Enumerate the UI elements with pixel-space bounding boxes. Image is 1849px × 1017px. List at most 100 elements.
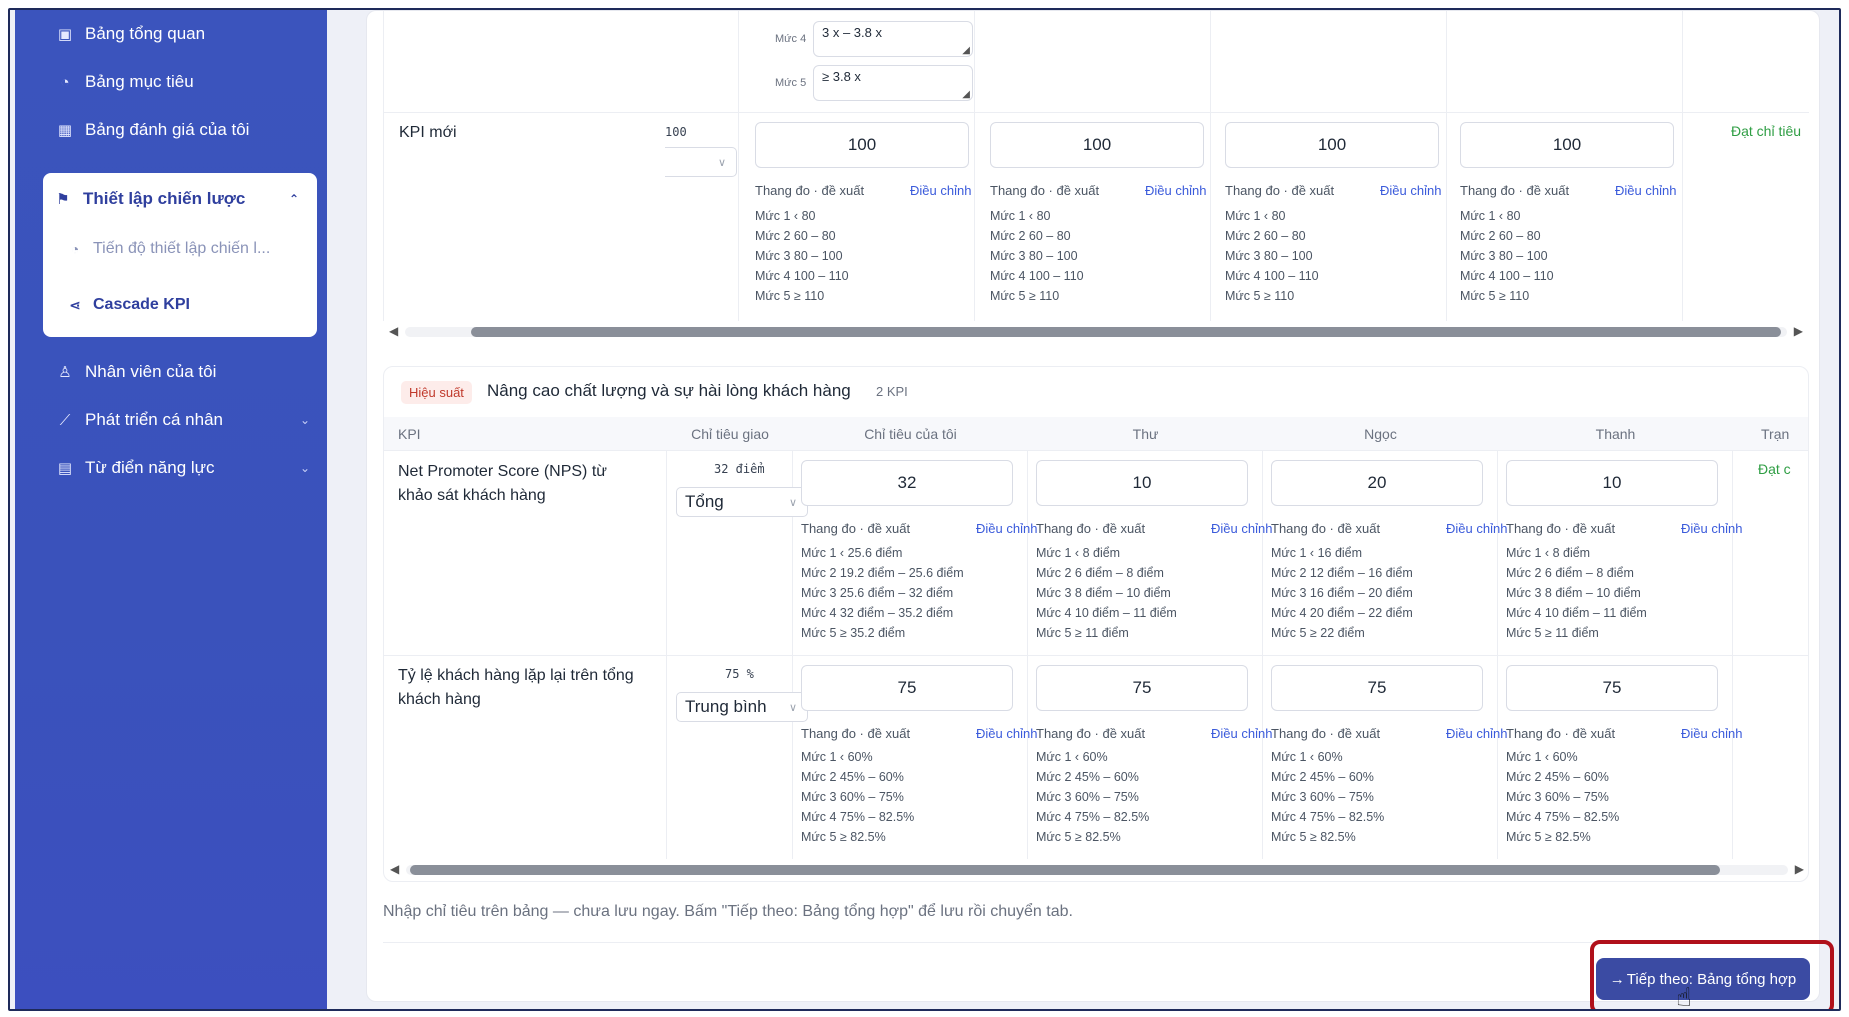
scale-label: Thang đo · đề xuất [1271,726,1381,741]
sidebar-item-label: Nhân viên của tôi [85,362,217,381]
scale-level: Mức 2 45% – 60% [1036,770,1139,784]
horizontal-scrollbar[interactable]: ◀ ▶ [383,322,1809,340]
adjust-link[interactable]: Điều chỉnh [910,183,971,198]
sidebar-item-my-staff[interactable]: ♙ Nhân viên của tôi [45,350,320,394]
scale-level: Mức 3 60% – 75% [1506,790,1609,804]
scale-level: Mức 2 45% – 60% [801,770,904,784]
column-header: Trạn [1733,417,1808,451]
aggregation-select[interactable]: Tổng ∨ [676,487,808,517]
app-window: ▣ Bảng tổng quan ◔ Bảng mục tiêu ▦ Bảng … [8,8,1841,1011]
assigned-target: 100 [665,125,687,139]
arrow-right-icon[interactable]: ▶ [1795,862,1804,876]
target-input[interactable]: 100 [990,122,1204,168]
sidebar-item-my-reviews[interactable]: ▦ Bảng đánh giá của tôi [45,108,320,152]
scale-list: Mức 1 ‹ 25.6 điểm Mức 2 19.2 điểm – 25.6… [801,543,964,643]
adjust-link[interactable]: Điều chỉnh [1211,521,1272,536]
scale-level: Mức 2 6 điểm – 8 điểm [1036,566,1164,580]
row-divider [383,112,1809,113]
scale-level: Mức 2 60 – 80 [990,229,1071,243]
status-text: Đạt c [1758,461,1791,477]
sidebar-item-strategy-progress[interactable]: ◔ Tiến độ thiết lập chiến l... [65,229,271,269]
scale-level: Mức 4 75% – 82.5% [1506,810,1620,824]
chevron-up-icon: ⌃ [288,192,299,206]
scrollbar-thumb[interactable] [471,327,1781,337]
scale-label: Thang đo · đề xuất [1036,726,1146,741]
scale-level: Mức 1 ‹ 60% [1506,750,1578,764]
sidebar: ▣ Bảng tổng quan ◔ Bảng mục tiêu ▦ Bảng … [15,10,327,1009]
scale-level: Mức 3 60% – 75% [801,790,904,804]
target-input[interactable]: 10 [1506,460,1718,506]
horizontal-scrollbar[interactable]: ◀ ▶ [384,860,1808,878]
aggregation-select[interactable]: Trung bình ∨ [676,692,808,722]
scale-level: Mức 2 60 – 80 [755,229,836,243]
sidebar-item-competency[interactable]: ▤ Từ điển năng lực ⌄ [45,446,320,490]
target-input[interactable]: 100 [755,122,969,168]
sidebar-item-personal-dev[interactable]: ⟋ Phát triển cá nhân ⌄ [45,398,320,442]
trend-icon: ⟋ [59,411,71,429]
adjust-link[interactable]: Điều chỉnh [1145,183,1206,198]
target-input[interactable]: 20 [1271,460,1483,506]
user-icon: ♙ [58,364,72,381]
sidebar-item-overview[interactable]: ▣ Bảng tổng quan [45,12,320,56]
scale-level: Mức 4 75% – 82.5% [801,810,915,824]
chevron-down-icon: ∨ [788,701,797,714]
scale-label: Thang đo · đề xuất [1271,521,1381,536]
scale-list: Mức 1 ‹ 16 điểm Mức 2 12 điểm – 16 điểm … [1271,543,1413,643]
level-5-input[interactable]: ≥ 3.8 x ◢ [813,65,973,101]
target-input[interactable]: 10 [1036,460,1248,506]
scale-level: Mức 3 25.6 điểm – 32 điểm [801,586,954,600]
resize-grip-icon: ◢ [962,45,970,56]
target-input[interactable]: 75 [1036,665,1248,711]
scale-list: Mức 1 ‹ 60% Mức 2 45% – 60% Mức 3 60% – … [1506,747,1619,847]
kpi-group: Hiệu suất Nâng cao chất lượng và sự hài … [383,366,1809,882]
adjust-link[interactable]: Điều chỉnh [1681,726,1742,741]
scale-level: Mức 2 19.2 điểm – 25.6 điểm [801,566,964,580]
scale-level: Mức 3 80 – 100 [1225,249,1313,263]
adjust-link[interactable]: Điều chỉnh [1380,183,1441,198]
aggregation-select[interactable]: ∨ [665,147,737,177]
target-input[interactable]: 75 [1506,665,1718,711]
sidebar-item-goals[interactable]: ◔ Bảng mục tiêu [45,60,320,104]
adjust-link[interactable]: Điều chỉnh [1446,521,1507,536]
adjust-link[interactable]: Điều chỉnh [976,521,1037,536]
target-input[interactable]: 75 [801,665,1013,711]
scale-level: Mức 1 ‹ 80 [1460,209,1521,223]
scrollbar-thumb[interactable] [410,865,1720,875]
level-value: 3 x – 3.8 x [822,25,882,40]
flag-icon: ⚑ [56,191,70,208]
scale-level: Mức 5 ≥ 11 điểm [1036,626,1129,640]
sidebar-item-cascade-kpi[interactable]: ⋖ Cascade KPI [65,285,190,325]
target-input[interactable]: 32 [801,460,1013,506]
arrow-right-icon[interactable]: ▶ [1794,324,1803,338]
scale-level: Mức 5 ≥ 35.2 điểm [801,626,906,640]
arrow-left-icon[interactable]: ◀ [390,862,399,876]
column-header: KPI [384,417,667,451]
sidebar-group-strategy: ⚑ Thiết lập chiến lược ⌃ ◔ Tiến độ thiết… [43,173,317,337]
target-input[interactable]: 100 [1225,122,1439,168]
column-header: Thư [1028,417,1263,451]
sidebar-item-strategy[interactable]: ⚑ Thiết lập chiến lược ⌃ [43,179,317,219]
chevron-down-icon: ⌄ [299,413,310,427]
scale-level: Mức 1 ‹ 8 điểm [1506,546,1591,560]
adjust-link[interactable]: Điều chỉnh [1446,726,1507,741]
highlight-box [1590,940,1834,1009]
scale-list: Mức 1 ‹ 80 Mức 2 60 – 80 Mức 3 80 – 100 … [990,206,1084,306]
scale-level: Mức 5 ≥ 110 [755,289,825,303]
level-4-input[interactable]: 3 x – 3.8 x ◢ [813,21,973,57]
adjust-link[interactable]: Điều chỉnh [1615,183,1676,198]
sidebar-item-label: Bảng đánh giá của tôi [85,120,250,139]
adjust-link[interactable]: Điều chỉnh [1211,726,1272,741]
share-icon: ⋖ [69,296,81,313]
status-text: Đạt chỉ tiêu [1731,123,1802,139]
scale-list: Mức 1 ‹ 80 Mức 2 60 – 80 Mức 3 80 – 100 … [755,206,849,306]
assigned-target: 75 % [725,667,754,681]
column-header: Chỉ tiêu giao [667,417,793,451]
target-input[interactable]: 75 [1271,665,1483,711]
adjust-link[interactable]: Điều chỉnh [1681,521,1742,536]
arrow-left-icon[interactable]: ◀ [389,324,398,338]
row-divider [384,655,1808,656]
helper-note: Nhập chỉ tiêu trên bảng — chưa lưu ngay.… [383,903,1073,920]
adjust-link[interactable]: Điều chỉnh [976,726,1037,741]
target-input[interactable]: 100 [1460,122,1674,168]
table-icon: ▦ [57,122,73,139]
